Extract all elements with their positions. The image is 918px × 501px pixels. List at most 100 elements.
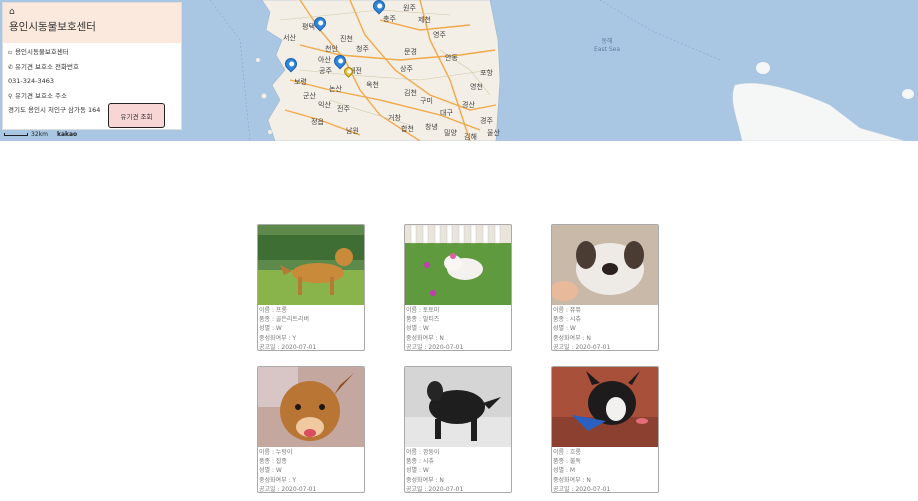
dog-neutered: 중성화여부 : Y	[259, 476, 297, 484]
dog-card[interactable]: 이름 : 토토미 품종 : 말티즈 성별 : W 중성화여부 : N 공고일 :…	[404, 224, 512, 351]
map-city-label: 포항	[480, 69, 493, 77]
phone-number: 031-324-3463	[8, 77, 55, 85]
shelter-info-body: ▫ 용인시동물보호센터 ✆ 유기견 보호소 전화번호 031-324-3463 ⚲ 유…	[3, 43, 181, 128]
dog-name: 이름 : 쮸쮸	[553, 307, 581, 314]
dog-neutered: 중성화여부 : N	[553, 334, 591, 342]
map-city-label: 영천	[470, 83, 483, 91]
dog-lookup-button[interactable]: 유기견 조회	[108, 103, 165, 128]
map-city-label: 제천	[418, 16, 431, 24]
dog-info: 이름 : 쮸쮸 품종 : 시츄 성별 : W 중성화여부 : N 공고일 : 2…	[552, 305, 658, 351]
dog-photo[interactable]	[552, 367, 658, 447]
dog-breed: 품종 : 말티즈	[406, 316, 440, 324]
dog-gender: 성별 : W	[406, 325, 429, 333]
dog-card[interactable]: 이름 : 깜둥이 품종 : 시츄 성별 : W 중성화여부 : N 공고일 : …	[404, 366, 512, 493]
dog-photo[interactable]	[405, 367, 511, 447]
home-icon[interactable]: ⌂	[9, 7, 175, 17]
map-city-label: 옥천	[366, 81, 379, 89]
dog-gender: 성별 : W	[259, 325, 282, 333]
dog-photo[interactable]	[258, 367, 364, 447]
map-city-label: 논산	[329, 85, 342, 93]
map-city-label: 김해	[464, 133, 477, 141]
shelter-name: 용인시동물보호센터	[15, 48, 69, 56]
dog-notice-date: 공고일 : 2020-07-01	[553, 343, 611, 351]
dog-name: 이름 : 깜둥이	[406, 449, 440, 456]
dog-notice-date: 공고일 : 2020-07-01	[259, 485, 317, 493]
dog-notice-date: 공고일 : 2020-07-01	[406, 343, 464, 351]
map-scale: 32km kakao	[4, 130, 77, 138]
dog-breed: 품종 : 골든리트리버	[259, 316, 309, 324]
dog-neutered: 중성화여부 : N	[406, 476, 444, 484]
dog-photo-image	[258, 225, 364, 305]
map-city-label: 거창	[388, 114, 401, 122]
map-city-label: 창녕	[425, 123, 438, 131]
map-city-label: 원주	[403, 4, 416, 12]
dog-gender: 성별 : W	[259, 467, 282, 475]
dog-breed: 품종 : 불독	[553, 458, 581, 466]
dog-photo[interactable]	[552, 225, 658, 305]
dog-breed: 품종 : 시츄	[553, 316, 581, 324]
map-city-label: 경산	[462, 101, 475, 109]
map-city-label: 청주	[356, 45, 369, 53]
map-city-label: 상주	[400, 65, 413, 73]
dog-name: 이름 : 토토미	[406, 307, 440, 314]
map-city-label: 안동	[445, 54, 458, 62]
map-city-label: 밀양	[444, 129, 457, 137]
dog-photo-image	[552, 225, 658, 305]
address-label: 유기견 보호소 주소	[15, 91, 67, 100]
shelter-info-header: ⌂ 용인시동물보호센터	[3, 3, 181, 43]
dog-card[interactable]: 이름 : 흐롱 품종 : 불독 성별 : M 중성화여부 : N 공고일 : 2…	[551, 366, 659, 493]
dog-info: 이름 : 깜둥이 품종 : 시츄 성별 : W 중성화여부 : N 공고일 : …	[405, 447, 511, 492]
map-city-label: 보령	[294, 78, 307, 86]
dog-info: 이름 : 흐롱 품종 : 불독 성별 : M 중성화여부 : N 공고일 : 2…	[552, 447, 658, 493]
dog-photo-image	[258, 367, 364, 447]
scale-bar	[4, 132, 28, 136]
map-city-label: 경주	[480, 117, 493, 125]
map-city-label: 정읍	[311, 118, 324, 126]
map-city-label: 영주	[433, 31, 446, 39]
dog-photo-image	[405, 225, 511, 305]
dog-card[interactable]: 이름 : 쮸쮸 품종 : 시츄 성별 : W 중성화여부 : N 공고일 : 2…	[551, 224, 659, 351]
map-city-label: 천안	[325, 45, 338, 53]
map-city-label: 충주	[383, 15, 396, 23]
dog-notice-date: 공고일 : 2020-07-01	[553, 485, 611, 493]
dog-photo-image	[552, 367, 658, 447]
dog-photo-image	[405, 367, 511, 447]
map-city-label: 울산	[487, 129, 500, 137]
dog-photo[interactable]	[405, 225, 511, 305]
scale-label: 32km	[31, 130, 48, 138]
map-provider-logo: kakao	[56, 130, 78, 138]
dog-name: 이름 : 누렁이	[259, 449, 293, 456]
dog-neutered: 중성화여부 : N	[406, 334, 444, 342]
dog-neutered: 중성화여부 : Y	[259, 334, 297, 342]
dog-photo[interactable]	[258, 225, 364, 305]
map-city-label: 문경	[404, 48, 417, 56]
dog-breed: 품종 : 시츄	[406, 458, 434, 466]
dog-gender: 성별 : W	[406, 467, 429, 475]
dog-info: 이름 : 프롱 품종 : 골든리트리버 성별 : W 중성화여부 : Y 공고일…	[258, 305, 364, 351]
map-city-label: 익산	[318, 101, 331, 109]
map-city-label: 김천	[404, 89, 417, 97]
shelter-name-row: ▫ 용인시동물보호센터	[8, 45, 176, 60]
dog-card[interactable]: 이름 : 프롱 품종 : 골든리트리버 성별 : W 중성화여부 : Y 공고일…	[257, 224, 365, 351]
phone-label: 유기견 보호소 전화번호	[15, 62, 79, 71]
phone-label-row: ✆ 유기견 보호소 전화번호	[8, 60, 176, 75]
phone-icon: ✆	[8, 63, 14, 71]
dog-name: 이름 : 프롱	[259, 307, 287, 314]
map-city-label: 군산	[303, 92, 316, 100]
map-city-label: 공주	[319, 67, 332, 75]
map-city-label: 진천	[340, 35, 353, 43]
dog-notice-date: 공고일 : 2020-07-01	[259, 343, 317, 351]
dog-neutered: 중성화여부 : N	[553, 476, 591, 484]
dog-breed: 품종 : 잡종	[259, 458, 287, 466]
map-city-label: 남원	[346, 127, 359, 135]
dog-card[interactable]: 이름 : 누렁이 품종 : 잡종 성별 : W 중성화여부 : Y 공고일 : …	[257, 366, 365, 493]
sea-label-english: East Sea	[593, 46, 621, 53]
building-icon: ▫	[8, 49, 13, 56]
sea-label-korean: 동해	[601, 38, 613, 45]
address-label-row: ⚲ 유기견 보호소 주소	[8, 89, 176, 104]
dog-info: 이름 : 토토미 품종 : 말티즈 성별 : W 중성화여부 : N 공고일 :…	[405, 305, 511, 351]
shelter-title: 용인시동물보호센터	[9, 21, 96, 33]
shelter-info-panel: ⌂ 용인시동물보호센터 ▫ 용인시동물보호센터 ✆ 유기견 보호소 전화번호 031…	[2, 2, 182, 130]
map-city-label: 서산	[283, 34, 296, 42]
map-city-label: 구미	[420, 97, 433, 105]
